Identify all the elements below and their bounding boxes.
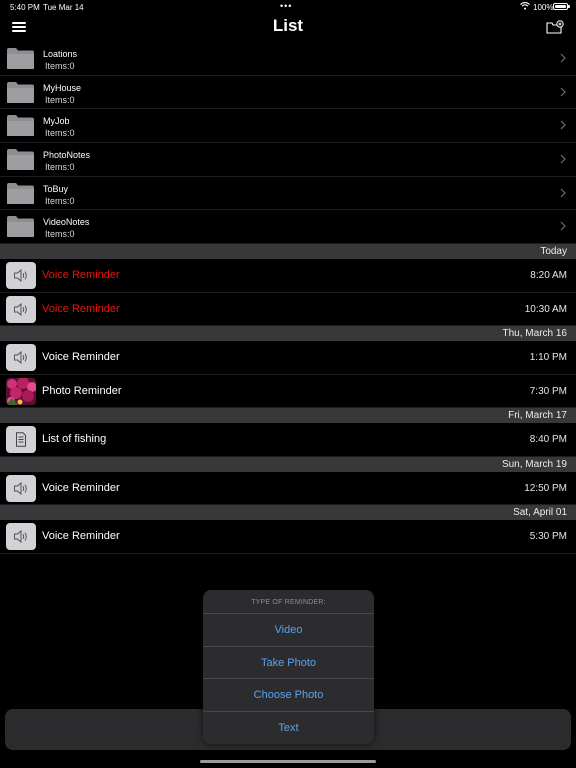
reminder-title: Voice Reminder [42,481,120,494]
folder-row[interactable]: MyHouse Items:0 [0,76,576,110]
section-header: Fri, March 17 [0,408,576,423]
folder-item-count: Items:0 [45,162,75,173]
add-folder-icon[interactable] [546,20,564,34]
reminder-list: Today Voice Reminder 8:20 AM Voice Reminder… [0,244,576,554]
voice-reminder-thumbnail [6,262,36,289]
option-video[interactable]: Video [203,614,374,647]
folder-item-count: Items:0 [45,229,75,240]
section-date: Sun, March 19 [501,458,567,470]
speaker-icon [14,268,27,283]
reminder-row[interactable]: List of fishing 8:40 PM [0,423,576,457]
reminder-time: 12:50 PM [524,482,567,494]
reminder-title: Voice Reminder [42,530,120,542]
reminder-time: 5:30 PM [529,531,567,542]
status-time: 5:40 PM [10,3,40,12]
option-choose-photo[interactable]: Choose Photo [203,679,374,712]
folder-name: Loations [43,49,78,59]
chevron-right-icon [560,53,566,63]
battery-percent: 100% [533,3,554,12]
chevron-right-icon [560,154,566,164]
chevron-right-icon [560,120,566,130]
voice-reminder-thumbnail [6,344,36,371]
section-header: Sun, March 19 [0,456,576,472]
folder-name: ToBuy [43,183,69,194]
home-indicator[interactable] [200,760,376,763]
folder-name: MyJob [43,116,70,127]
folder-item-count: Items:0 [45,94,75,105]
navigation-bar: List [0,14,576,42]
folder-row[interactable]: ToBuy Items:0 [0,177,576,211]
page-title: List [272,16,304,35]
status-date: Tue Mar 14 [43,3,84,12]
reminder-time: 7:30 PM [529,385,567,397]
folder-name: PhotoNotes [43,150,91,161]
speaker-icon [14,350,27,365]
status-bar: 5:40 PM Tue Mar 14 ••• 100% [0,0,576,14]
multitasking-dots[interactable]: ••• [280,1,292,11]
section-header: Thu, March 16 [0,326,576,341]
folder-list: Loations Items:0 MyHouse Items:0 MyJob Items:… [0,42,576,245]
folder-item-count: Items:0 [45,61,75,71]
section-header: Sat, April 01 [0,505,576,520]
folder-icon [7,115,34,137]
photo-reminder-thumbnail [6,377,36,405]
text-reminder-thumbnail [6,426,36,453]
folder-row[interactable]: PhotoNotes Items:0 [0,143,576,177]
section-date: Sat, April 01 [513,507,567,518]
folder-name: MyHouse [43,82,82,93]
chevron-right-icon [560,188,566,198]
section-date: Thu, March 16 [502,328,567,339]
reminder-title: Voice Reminder [42,302,120,315]
folder-icon [7,182,34,204]
section-header: Today [0,244,576,259]
reminder-title: List of fishing [42,433,107,445]
folder-row[interactable]: VideoNotes Items:0 [0,210,576,245]
folder-icon [7,149,34,171]
speaker-icon [14,529,27,544]
folder-row[interactable]: Loations Items:0 [0,42,576,76]
reminder-time: 10:30 AM [524,303,567,315]
photo-thumbnail [6,377,36,405]
wifi-icon [520,2,530,10]
reminder-row[interactable]: Photo Reminder 7:30 PM [0,375,576,408]
speaker-icon [14,302,27,316]
folder-name: VideoNotes [43,217,90,228]
voice-reminder-thumbnail [6,523,36,550]
reminder-title: Photo Reminder [42,384,122,397]
reminder-type-popover: TYPE OF REMINDER: Video Take Photo Choos… [203,590,374,744]
section-date: Fri, March 17 [508,410,567,421]
document-icon [16,432,26,447]
folder-icon [7,216,34,238]
reminder-row[interactable]: Voice Reminder 8:20 AM [0,259,576,293]
popover-header: TYPE OF REMINDER: [203,590,374,614]
chevron-right-icon [560,87,566,97]
reminder-title: Voice Reminder [42,269,120,281]
folder-row[interactable]: MyJob Items:0 [0,109,576,144]
voice-reminder-thumbnail [6,474,36,502]
reminder-title: Voice Reminder [42,351,120,363]
reminder-time: 8:20 AM [530,270,567,281]
reminder-row[interactable]: Voice Reminder 10:30 AM [0,293,576,326]
reminder-row[interactable]: Voice Reminder 1:10 PM [0,341,576,375]
chevron-right-icon [560,222,566,231]
folder-item-count: Items:0 [45,128,75,139]
speaker-icon [14,481,27,495]
option-text[interactable]: Text [203,712,374,745]
reminder-time: 1:10 PM [529,352,567,363]
battery-icon [553,3,570,10]
voice-reminder-thumbnail [6,295,36,323]
folder-icon [7,81,34,103]
section-date: Today [540,246,567,257]
reminder-row[interactable]: Voice Reminder 12:50 PM [0,472,576,505]
reminder-time: 8:40 PM [529,434,567,445]
screen: 5:40 PM Tue Mar 14 ••• 100% List Loation… [0,0,576,768]
option-take-photo[interactable]: Take Photo [203,647,374,679]
folder-item-count: Items:0 [45,195,75,206]
reminder-row[interactable]: Voice Reminder 5:30 PM [0,520,576,554]
folder-icon [7,48,34,69]
